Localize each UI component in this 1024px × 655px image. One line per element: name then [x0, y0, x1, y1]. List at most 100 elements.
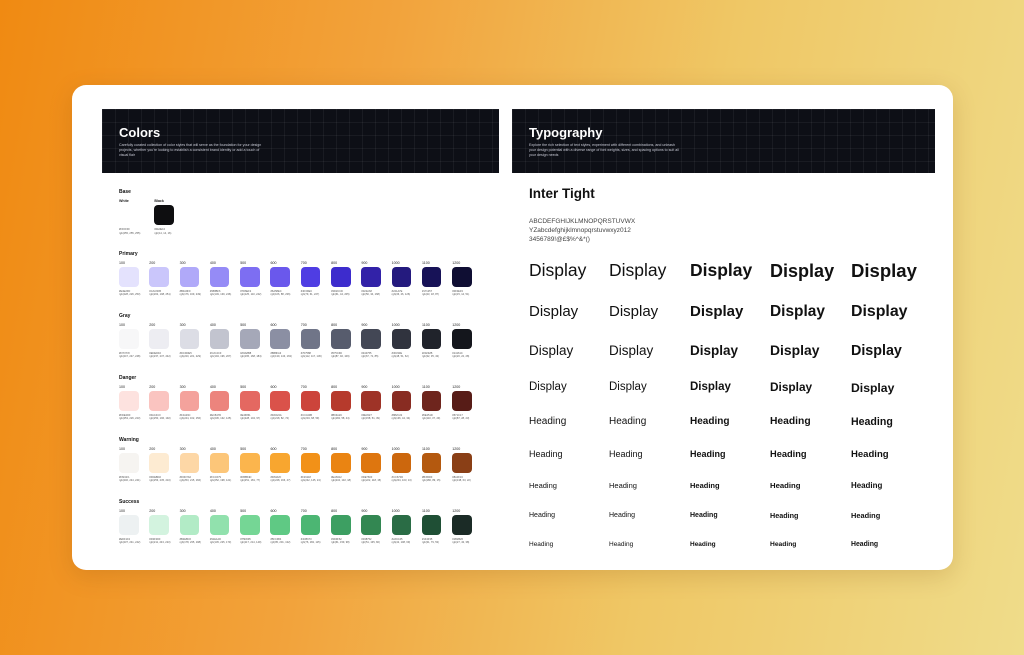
- swatch[interactable]: 500 #A5A8B8 rgb(165, 168, 184): [240, 321, 262, 359]
- style-guide-card: Colors Carefully curated collection of c…: [72, 85, 953, 570]
- swatch[interactable]: 500 #7D6EF2 rgb(125, 110, 242): [240, 259, 261, 297]
- swatch-rgb: rgb(51, 135, 82): [361, 541, 380, 544]
- swatch[interactable]: 1100 #6E251D rgb(110, 37, 29): [421, 383, 442, 421]
- swatch[interactable]: 600 #6A58EC rgb(106, 88, 236): [270, 259, 290, 297]
- swatch-step-label: 800: [331, 509, 338, 513]
- swatch[interactable]: 400 #FCC679 rgb(252, 198, 121): [209, 445, 231, 483]
- swatch-step-label: 100: [119, 261, 125, 265]
- swatch-chip: [421, 329, 442, 349]
- swatch-rgb: rgb(106, 88, 236): [270, 293, 291, 296]
- swatch[interactable]: 600 #5FC984 rgb(95, 201, 132): [270, 507, 290, 545]
- swatch[interactable]: 100 #FDE2DF rgb(253, 226, 223): [119, 383, 140, 421]
- swatch[interactable]: 900 #DE760F rgb(222, 118, 15): [361, 445, 381, 483]
- swatch-chip: [391, 329, 412, 349]
- swatch[interactable]: 300 #B0A9F9 rgb(176, 169, 249): [179, 259, 201, 297]
- type-sample: Display: [529, 343, 574, 358]
- swatch[interactable]: 700 #CC443B rgb(204, 68, 59): [300, 383, 321, 421]
- swatch[interactable]: 900 #3222A8 rgb(50, 34, 168): [361, 259, 381, 297]
- swatch-chip: [331, 391, 351, 411]
- swatch[interactable]: 400 #958BF6 rgb(149, 139, 246): [209, 259, 231, 297]
- swatch-rgb: rgb(87, 28, 23): [452, 417, 470, 420]
- swatch-rgb: rgb(138, 63, 22): [452, 479, 471, 482]
- swatch[interactable]: 800 #B63A2C rgb(182, 58, 44): [331, 383, 351, 421]
- swatch[interactable]: 700 #707588 rgb(112, 117, 136): [300, 321, 322, 359]
- swatch[interactable]: 600 #F8A62F rgb(248, 166, 47): [270, 445, 290, 483]
- swatch[interactable]: 500 #E46861 rgb(228, 104, 97): [240, 383, 260, 421]
- swatch[interactable]: 500 #75D695 rgb(117, 214, 149): [240, 507, 261, 545]
- swatch[interactable]: 600 #DA524A rgb(218, 82, 74): [270, 383, 290, 421]
- swatch-rgb: rgb(20, 22, 28): [452, 355, 470, 358]
- swatch[interactable]: 300 #FDD7A6 rgb(253, 215, 166): [179, 445, 201, 483]
- swatch[interactable]: 800 #3D9F62 rgb(61, 159, 98): [331, 507, 351, 545]
- swatch[interactable]: 100 #F7F7F8 rgb(247, 247, 248): [119, 321, 140, 359]
- swatch[interactable]: 1100 #B4590F rgb(180, 89, 15): [421, 445, 442, 483]
- swatch[interactable]: 200 #FDEBD2 rgb(253, 235, 210): [149, 445, 171, 483]
- swatch[interactable]: 800 #EA8412 rgb(234, 132, 18): [331, 445, 351, 483]
- swatch[interactable]: 300 #B2EBC6 rgb(178, 235, 198): [179, 507, 201, 545]
- swatch[interactable]: 700 #4CB673 rgb(76, 182, 115): [300, 507, 321, 545]
- swatch[interactable]: 200 #EDEDF2 rgb(237, 237, 242): [149, 321, 171, 359]
- type-sample: Heading: [770, 511, 799, 520]
- swatch[interactable]: 500 #FBB54D rgb(251, 181, 77): [240, 445, 260, 483]
- swatch-step-label: 600: [270, 509, 277, 513]
- swatch-step-label: 700: [300, 323, 307, 327]
- swatch[interactable]: 1000 #241A7E rgb(36, 26, 126): [391, 259, 412, 297]
- swatch[interactable]: 800 #575C6D rgb(87, 92, 109): [331, 321, 351, 359]
- swatch-step-label: 100: [119, 323, 125, 327]
- swatch[interactable]: 1000 #30333E rgb(48, 51, 62): [391, 321, 412, 359]
- swatch[interactable]: 1200 #0F0E33 rgb(15, 14, 51): [452, 259, 472, 297]
- type-sample: Display: [529, 303, 579, 320]
- swatch-step-label: 1200: [452, 385, 461, 389]
- swatch[interactable]: 700 #4F3DE3 rgb(79, 61, 227): [300, 259, 321, 297]
- swatch[interactable]: 1000 #2A6C45 rgb(42, 108, 69): [391, 507, 412, 545]
- swatch[interactable]: 900 #338752 rgb(51, 135, 82): [361, 507, 381, 545]
- swatch-black[interactable]: Black #0E0E10 rgb(14, 14, 16): [154, 197, 175, 235]
- swatch[interactable]: 100 #EDF1F2 rgb(237, 241, 242): [119, 507, 140, 545]
- swatch-step-label: 600: [270, 447, 277, 451]
- swatch-chip: [391, 515, 412, 535]
- swatch-label: White: [119, 199, 129, 203]
- swatch[interactable]: 1000 #882C22 rgb(136, 44, 34): [391, 383, 412, 421]
- swatch[interactable]: 100 #E4E2FD rgb(228, 226, 253): [119, 259, 140, 297]
- color-group-primary: Primary 100 #E4E2FD rgb(228, 226, 253) 200 #C…: [119, 250, 489, 312]
- swatch-step-label: 1100: [421, 261, 430, 265]
- swatch[interactable]: 200 #CAC6FB rgb(202, 198, 251): [149, 259, 171, 297]
- swatch-chip: [119, 515, 139, 535]
- swatch[interactable]: 1200 #571C17 rgb(87, 28, 23): [452, 383, 472, 421]
- swatch[interactable]: 900 #434755 rgb(67, 71, 85): [361, 321, 381, 359]
- swatch-step-label: 900: [361, 323, 368, 327]
- swatch-rgb: rgb(50, 34, 168): [361, 293, 380, 296]
- swatch-step-label: 300: [179, 323, 186, 327]
- swatch-step-label: 900: [361, 261, 368, 265]
- swatch[interactable]: 400 #EC847D rgb(236, 132, 125): [209, 383, 231, 421]
- swatch[interactable]: 100 #F6F4F1 rgb(246, 244, 241): [119, 445, 140, 483]
- swatch[interactable]: 1100 #20232B rgb(32, 35, 43): [421, 321, 442, 359]
- swatch[interactable]: 400 #91E1AD rgb(145, 225, 173): [209, 507, 231, 545]
- swatch-chip: [421, 391, 442, 411]
- type-sample: Heading: [851, 511, 881, 520]
- swatch[interactable]: 300 #DCDDE5 rgb(220, 221, 229): [179, 321, 201, 359]
- swatch[interactable]: 300 #F4A29C rgb(244, 162, 156): [179, 383, 201, 421]
- swatch[interactable]: 800 #3D2CCD rgb(61, 44, 205): [331, 259, 351, 297]
- swatch-rgb: rgb(202, 198, 251): [149, 293, 171, 296]
- swatch-white[interactable]: White #FFFFFF rgb(255, 255, 255): [119, 197, 140, 235]
- swatch[interactable]: 1200 #8A3F16 rgb(138, 63, 22): [452, 445, 472, 483]
- swatch[interactable]: 1200 #14161C rgb(20, 22, 28): [452, 321, 472, 359]
- swatch[interactable]: 1000 #CC670D rgb(204, 103, 13): [391, 445, 412, 483]
- swatch[interactable]: 1100 #1F4F35 rgb(31, 79, 53): [421, 507, 442, 545]
- type-sample: Heading: [609, 449, 643, 459]
- swatch[interactable]: 400 #C2C4CF rgb(194, 196, 207): [209, 321, 231, 359]
- swatch-rgb: rgb(23, 18, 87): [421, 293, 439, 296]
- swatch[interactable]: 700 #F29118 rgb(242, 145, 24): [300, 445, 321, 483]
- swatch-rgb: rgb(242, 145, 24): [300, 479, 321, 482]
- swatch-rgb: rgb(253, 215, 166): [179, 479, 201, 482]
- swatch-chip: [361, 391, 381, 411]
- swatch[interactable]: 1100 #171257 rgb(23, 18, 87): [421, 259, 442, 297]
- swatch[interactable]: 200 #D3F3DF rgb(211, 243, 223): [149, 507, 170, 545]
- swatch[interactable]: 1200 #1B2B26 rgb(27, 43, 38): [452, 507, 472, 545]
- swatch-rgb: rgb(87, 92, 109): [331, 355, 350, 358]
- swatch[interactable]: 200 #FAC4C0 rgb(250, 196, 192): [149, 383, 171, 421]
- swatch-step-label: 200: [149, 385, 156, 389]
- swatch[interactable]: 900 #9E3327 rgb(158, 51, 39): [361, 383, 381, 421]
- swatch[interactable]: 600 #8B8FA3 rgb(139, 143, 163): [270, 321, 292, 359]
